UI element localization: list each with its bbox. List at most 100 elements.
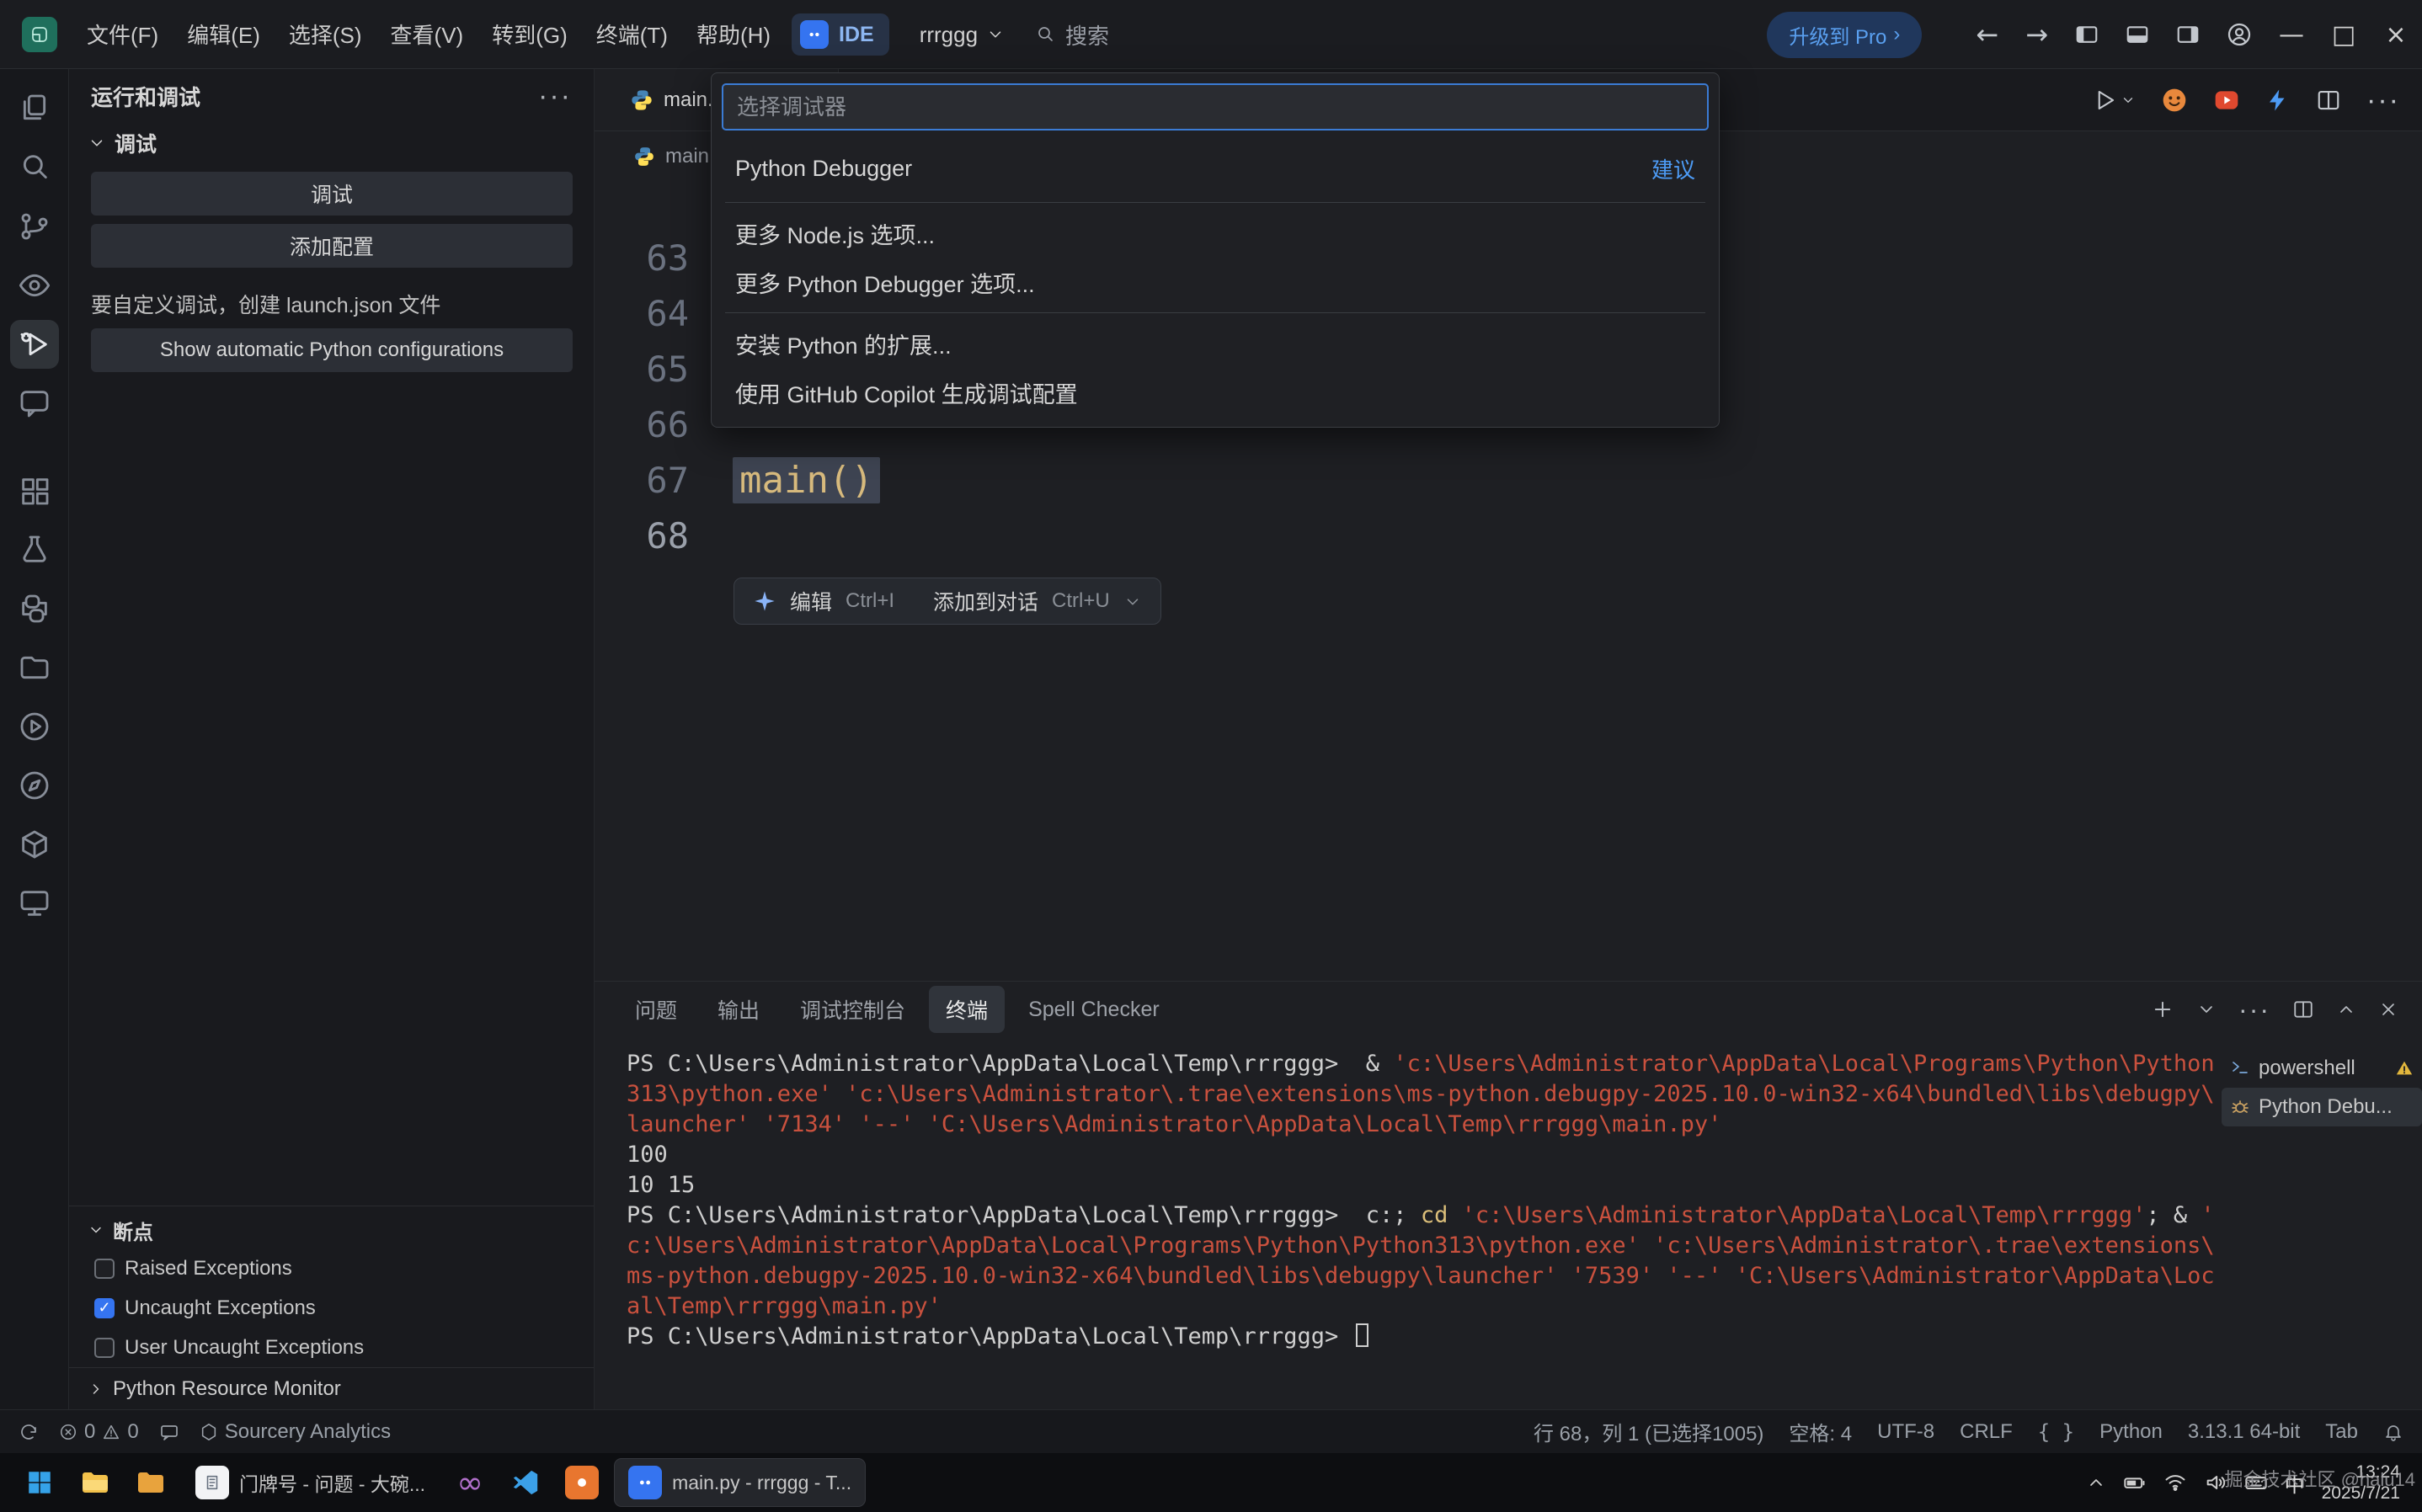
battery-icon[interactable]: [2123, 1471, 2147, 1494]
file-explorer-button[interactable]: [71, 1458, 120, 1507]
quickpick-item-more-python-options[interactable]: 更多 Python Debugger 选项...: [722, 258, 1709, 306]
folder-icon[interactable]: [10, 643, 59, 692]
feedback-icon[interactable]: [159, 1422, 179, 1442]
terminal-item-powershell[interactable]: powershell: [2222, 1049, 2422, 1088]
tab-spell-checker[interactable]: Spell Checker: [1011, 989, 1176, 1030]
quickpick-item-python-debugger[interactable]: Python Debugger 建议: [722, 141, 1709, 196]
problems-indicator[interactable]: 0 0: [59, 1420, 139, 1444]
ai-edit-button[interactable]: 编辑: [790, 586, 832, 616]
menu-terminal[interactable]: 终端(T): [582, 10, 682, 58]
menu-selection[interactable]: 选择(S): [275, 10, 376, 58]
breakpoint-row[interactable]: ✓ Raised Exceptions: [69, 1248, 594, 1288]
close-panel-icon[interactable]: [2378, 999, 2398, 1020]
search-icon[interactable]: [10, 143, 59, 192]
preview-eye-icon[interactable]: [10, 261, 59, 310]
ide-badge[interactable]: IDE: [792, 13, 889, 56]
tab-terminal[interactable]: 终端: [929, 986, 1005, 1033]
collapse-icon[interactable]: [1123, 592, 1142, 610]
sidebar-more-actions-icon[interactable]: ···: [538, 80, 572, 113]
tray-clock[interactable]: 13:24 2025/7/21: [2322, 1461, 2400, 1504]
notifications-bell-icon[interactable]: [2383, 1422, 2403, 1442]
encoding[interactable]: UTF-8: [1877, 1420, 1934, 1444]
language-mode-icon[interactable]: { }: [2038, 1420, 2074, 1444]
checkbox-uncaught-exceptions[interactable]: ✓: [94, 1298, 115, 1318]
cursor-position[interactable]: 行 68，列 1 (已选择1005): [1534, 1417, 1763, 1446]
menu-go[interactable]: 转到(G): [477, 10, 582, 58]
checkbox-user-uncaught-exceptions[interactable]: ✓: [94, 1338, 115, 1358]
new-terminal-icon[interactable]: [2151, 998, 2174, 1021]
auto-python-config-button[interactable]: Show automatic Python configurations: [91, 328, 573, 372]
tab-size[interactable]: Tab: [2325, 1420, 2358, 1444]
menu-file[interactable]: 文件(F): [72, 10, 173, 58]
tab-problems[interactable]: 问题: [618, 986, 694, 1033]
indentation[interactable]: 空格: 4: [1789, 1417, 1852, 1446]
preview-flash-icon[interactable]: [2265, 88, 2291, 113]
quickpick-item-install-python-ext[interactable]: 安装 Python 的扩展...: [722, 319, 1709, 368]
run-circle-icon[interactable]: [10, 702, 59, 751]
tab-debug-console[interactable]: 调试控制台: [783, 986, 922, 1033]
volume-icon[interactable]: [2204, 1471, 2227, 1494]
toggle-panel-bottom-icon[interactable]: [2112, 22, 2163, 47]
quickpick-item-more-node-options[interactable]: 更多 Node.js 选项...: [722, 209, 1709, 258]
visual-studio-button[interactable]: ∞: [445, 1458, 494, 1507]
sourcery-status[interactable]: Sourcery Analytics: [200, 1420, 391, 1444]
remote-monitor-icon[interactable]: [10, 879, 59, 928]
panel-more-icon[interactable]: ···: [2238, 994, 2270, 1025]
language-mode[interactable]: Python: [2099, 1420, 2163, 1444]
package-icon[interactable]: [10, 820, 59, 869]
breakpoints-header[interactable]: 断点: [69, 1211, 594, 1248]
split-editor-icon[interactable]: [2316, 88, 2341, 113]
screenshot-app-button[interactable]: [557, 1458, 607, 1507]
breakpoint-row[interactable]: ✓ User Uncaught Exceptions: [69, 1328, 594, 1367]
checkbox-raised-exceptions[interactable]: ✓: [94, 1259, 115, 1279]
python-resource-monitor-section[interactable]: Python Resource Monitor: [69, 1367, 594, 1409]
wifi-icon[interactable]: [2163, 1471, 2187, 1494]
upgrade-pro-button[interactable]: 升级到 Pro ›: [1767, 12, 1922, 58]
debug-button[interactable]: 调试: [91, 172, 573, 216]
nav-forward-button[interactable]: →: [2012, 19, 2062, 51]
menu-help[interactable]: 帮助(H): [682, 10, 785, 58]
python-interpreter[interactable]: 3.13.1 64-bit: [2188, 1420, 2300, 1444]
python-icon[interactable]: [10, 584, 59, 633]
terminal-output[interactable]: PS C:\Users\Administrator\AppData\Local\…: [595, 1037, 2222, 1409]
terminal-dropdown-icon[interactable]: [2196, 999, 2217, 1020]
toggle-sidebar-left-icon[interactable]: [2062, 22, 2112, 47]
ai-chat-button[interactable]: 添加到对话: [933, 586, 1038, 616]
account-icon[interactable]: [2213, 21, 2265, 48]
record-run-icon[interactable]: [2213, 87, 2240, 114]
debug-section-header[interactable]: 调试: [69, 123, 594, 163]
run-debug-icon[interactable]: [10, 320, 59, 369]
debugger-search-input[interactable]: [722, 83, 1709, 130]
split-terminal-icon[interactable]: [2292, 998, 2314, 1020]
compass-icon[interactable]: [10, 761, 59, 810]
breakpoint-row[interactable]: ✓ Uncaught Exceptions: [69, 1288, 594, 1328]
window-close-button[interactable]: ×: [2370, 0, 2422, 69]
taskbar-window-active[interactable]: main.py - rrrggg - T...: [614, 1458, 866, 1507]
nav-back-button[interactable]: ←: [1962, 19, 2012, 51]
maximize-panel-icon[interactable]: [2336, 999, 2356, 1020]
vscode-button[interactable]: [501, 1458, 550, 1507]
start-button[interactable]: [15, 1458, 64, 1507]
tab-output[interactable]: 输出: [701, 986, 776, 1033]
menu-view[interactable]: 查看(V): [376, 10, 478, 58]
tray-chevron-up-icon[interactable]: [2086, 1472, 2106, 1493]
comments-icon[interactable]: [10, 379, 59, 428]
window-maximize-button[interactable]: □: [2318, 0, 2370, 69]
test-beaker-icon[interactable]: [10, 525, 59, 574]
taskbar-window-1[interactable]: 门牌号 - 问题 - 大碗...: [182, 1458, 439, 1507]
toggle-sidebar-right-icon[interactable]: [2163, 22, 2213, 47]
more-actions-icon[interactable]: ···: [2366, 84, 2400, 117]
quickpick-item-copilot-config[interactable]: 使用 GitHub Copilot 生成调试配置: [722, 368, 1709, 417]
terminal-item-python-debug[interactable]: Python Debu...: [2222, 1088, 2422, 1126]
app-logo-icon[interactable]: [22, 17, 57, 52]
global-search[interactable]: 搜索: [1035, 19, 1109, 51]
sync-icon[interactable]: [19, 1422, 39, 1442]
menu-edit[interactable]: 编辑(E): [173, 10, 275, 58]
source-control-icon[interactable]: [10, 202, 59, 251]
ime-indicator[interactable]: 中: [2285, 1468, 2305, 1498]
eol-sequence[interactable]: CRLF: [1960, 1420, 2013, 1444]
run-python-file-button[interactable]: [2092, 88, 2136, 113]
keyboard-icon[interactable]: [2244, 1471, 2268, 1494]
project-selector[interactable]: rrrggg: [920, 22, 1005, 48]
ai-assistant-icon[interactable]: [2161, 87, 2188, 114]
